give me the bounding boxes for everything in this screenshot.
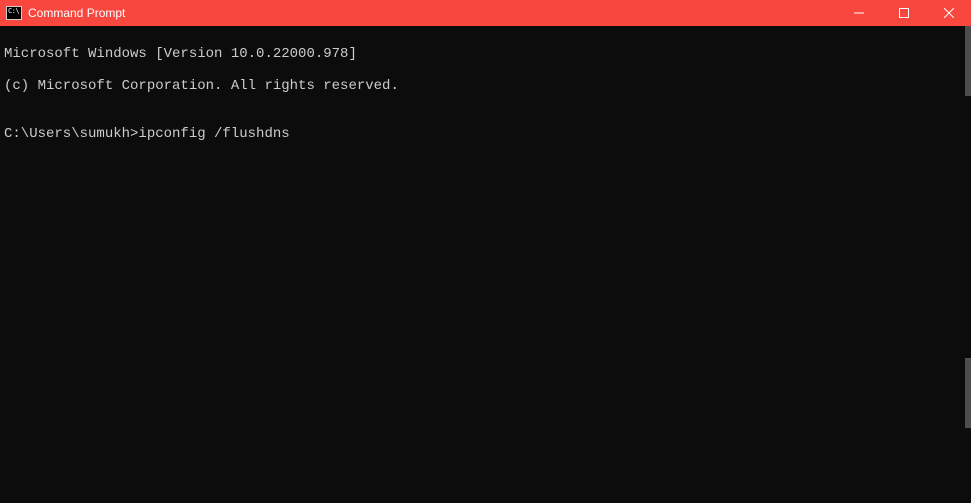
copyright-line: (c) Microsoft Corporation. All rights re… [4,78,967,94]
titlebar-left: C:\ Command Prompt [0,6,125,20]
version-line: Microsoft Windows [Version 10.0.22000.97… [4,46,967,62]
close-button[interactable] [926,0,971,26]
minimize-button[interactable] [836,0,881,26]
window-title: Command Prompt [28,6,125,20]
terminal-output[interactable]: Microsoft Windows [Version 10.0.22000.97… [0,26,971,503]
scrollbar-thumb-bottom[interactable] [965,358,971,428]
minimize-icon [854,8,864,18]
prompt-path: C:\Users\sumukh> [4,126,138,142]
titlebar: C:\ Command Prompt [0,0,971,26]
command-input[interactable]: ipconfig /flushdns [138,126,289,142]
cmd-icon: C:\ [6,6,22,20]
scrollbar-thumb-top[interactable] [965,26,971,96]
maximize-button[interactable] [881,0,926,26]
close-icon [944,8,954,18]
maximize-icon [899,8,909,18]
prompt-line: C:\Users\sumukh>ipconfig /flushdns [4,126,967,142]
window-controls [836,0,971,26]
